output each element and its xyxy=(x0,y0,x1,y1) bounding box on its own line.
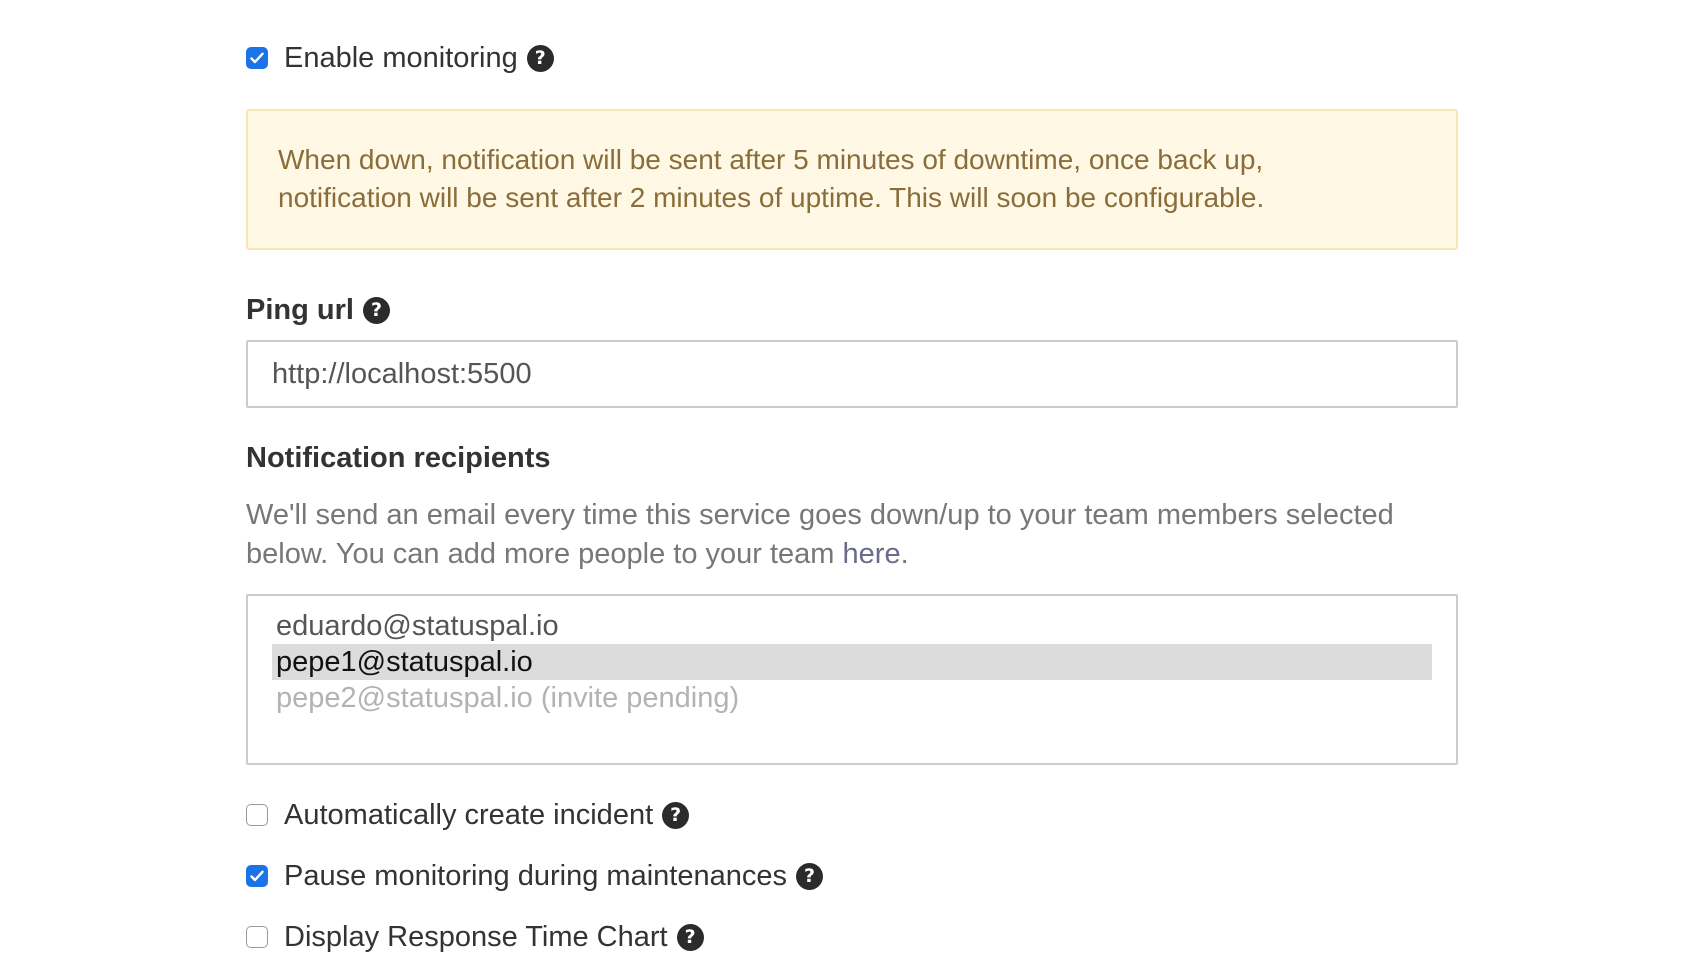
team-here-link[interactable]: here xyxy=(843,538,901,570)
enable-monitoring-checkbox[interactable] xyxy=(246,47,268,69)
recipients-multiselect[interactable]: eduardo@statuspal.io pepe1@statuspal.io … xyxy=(246,594,1458,765)
help-text-end: . xyxy=(900,538,909,570)
question-circle-icon[interactable]: ? xyxy=(362,297,390,324)
notification-recipients-label-row: Notification recipients xyxy=(246,442,551,475)
recipient-option-selected[interactable]: pepe1@statuspal.io xyxy=(272,644,1432,680)
recipient-option[interactable]: eduardo@statuspal.io xyxy=(272,608,1432,644)
pause-during-maintenances-checkbox[interactable] xyxy=(246,865,268,887)
recipient-option-disabled: pepe2@statuspal.io (invite pending) xyxy=(276,682,740,714)
notification-timing-alert: When down, notification will be sent aft… xyxy=(246,109,1458,250)
notification-recipients-help-text: We'll send an email every time this serv… xyxy=(246,496,1458,574)
auto-create-incident-row: Automatically create incident ? xyxy=(246,795,690,835)
question-circle-icon[interactable]: ? xyxy=(526,44,554,72)
ping-url-input[interactable] xyxy=(246,340,1458,408)
auto-create-incident-checkbox[interactable] xyxy=(246,804,268,826)
display-response-time-chart-checkbox[interactable] xyxy=(246,926,268,948)
ping-url-label: Ping url xyxy=(246,294,354,326)
checkmark-icon xyxy=(250,52,264,64)
enable-monitoring-label[interactable]: Enable monitoring xyxy=(284,42,518,75)
display-response-time-chart-label[interactable]: Display Response Time Chart xyxy=(284,921,668,954)
checkmark-icon xyxy=(250,870,264,882)
notification-recipients-label: Notification recipients xyxy=(246,442,551,474)
auto-create-incident-label[interactable]: Automatically create incident xyxy=(284,799,653,832)
question-circle-icon[interactable]: ? xyxy=(662,801,690,829)
question-circle-icon[interactable]: ? xyxy=(795,862,823,890)
display-response-time-chart-row: Display Response Time Chart ? xyxy=(246,917,704,957)
alert-text-line-1: When down, notification will be sent aft… xyxy=(278,144,1264,175)
question-circle-icon[interactable]: ? xyxy=(676,923,704,951)
pause-during-maintenances-row: Pause monitoring during maintenances ? xyxy=(246,856,823,896)
help-text-body: We'll send an email every time this serv… xyxy=(246,499,1394,570)
pause-during-maintenances-label[interactable]: Pause monitoring during maintenances xyxy=(284,860,787,893)
alert-text-line-2: notification will be sent after 2 minute… xyxy=(278,182,1265,213)
enable-monitoring-row: Enable monitoring ? xyxy=(246,38,554,78)
ping-url-label-row: Ping url ? xyxy=(246,294,390,327)
